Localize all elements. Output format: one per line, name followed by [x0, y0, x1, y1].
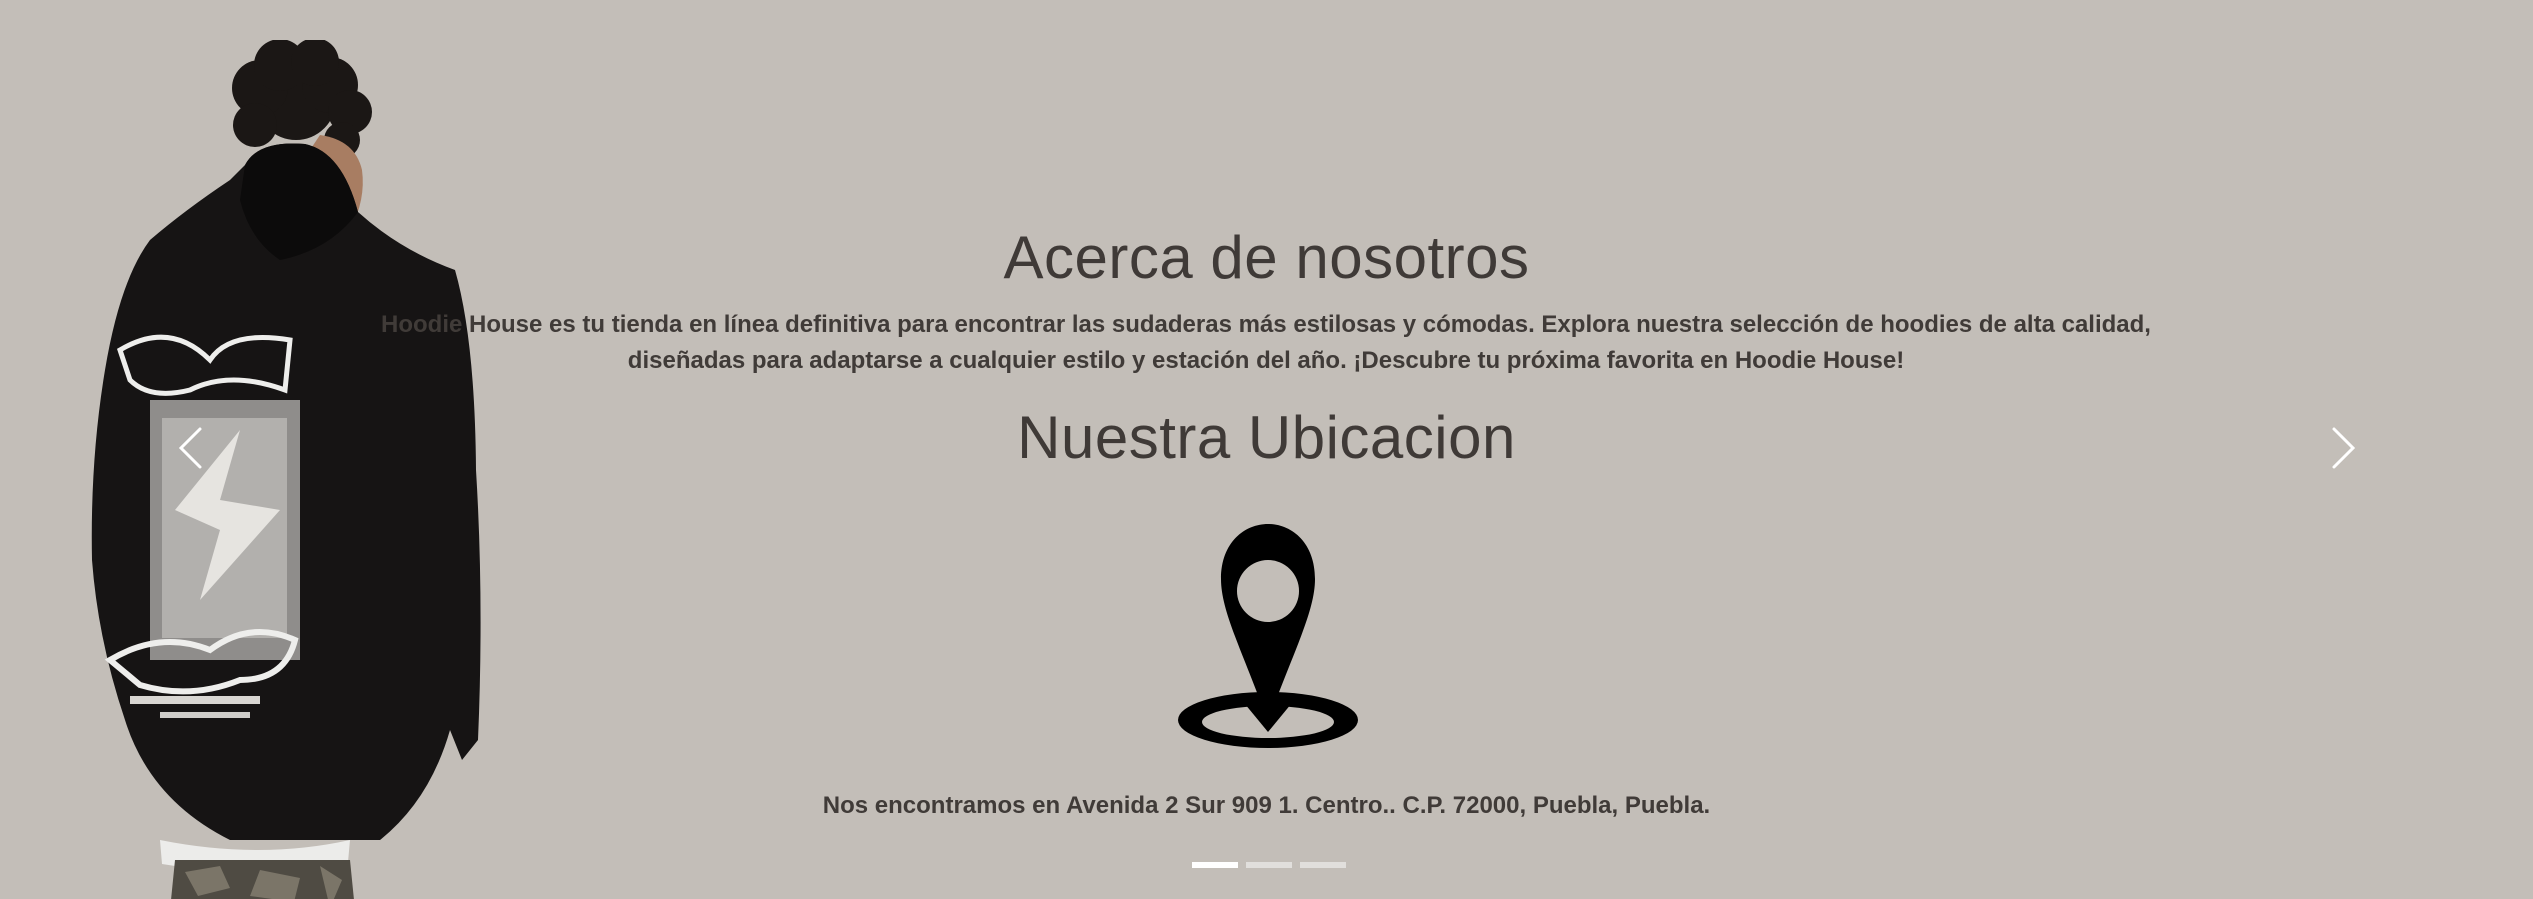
about-title: Acerca de nosotros	[1003, 224, 1530, 291]
carousel-prev-button[interactable]	[168, 420, 212, 476]
carousel-indicators	[1192, 862, 1346, 868]
carousel-next-button[interactable]	[2322, 420, 2366, 476]
map-pin-icon	[1178, 524, 1358, 748]
store-address: Nos encontramos en Avenida 2 Sur 909 1. …	[822, 792, 1711, 819]
hero-carousel: Acerca de nosotros Hoodie House es tu ti…	[0, 0, 2533, 899]
chevron-right-icon	[2332, 427, 2356, 469]
about-description: Hoodie House es tu tienda en línea defin…	[381, 311, 2151, 374]
chevron-left-icon	[178, 427, 202, 469]
about-section: Acerca de nosotros Hoodie House es tu ti…	[0, 0, 2533, 899]
carousel-indicator-2[interactable]	[1246, 862, 1292, 868]
carousel-indicator-3[interactable]	[1300, 862, 1346, 868]
location-title: Nuestra Ubicacion	[1017, 404, 1516, 471]
carousel-indicator-1[interactable]	[1192, 862, 1238, 868]
